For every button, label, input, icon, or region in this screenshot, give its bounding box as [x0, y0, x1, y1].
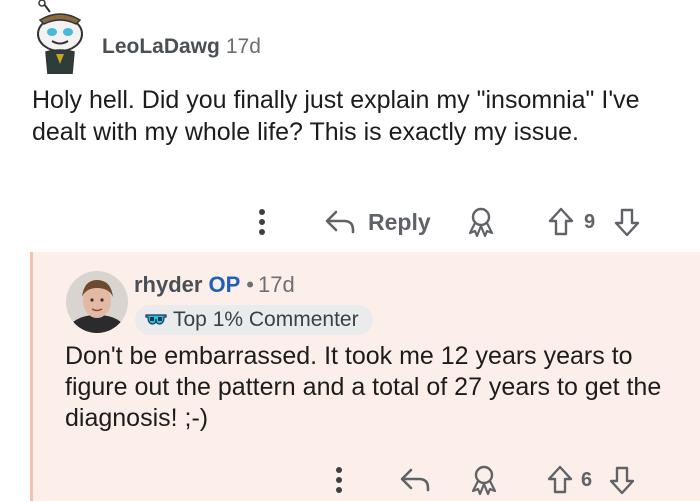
reply-arrow-icon	[400, 468, 430, 492]
avatar[interactable]	[66, 271, 128, 333]
comment-meta: rhyder OP • 17d	[134, 271, 295, 299]
reply-comment: rhyder OP • 17d Top 1% Commenter Don't be e…	[30, 252, 700, 501]
avatar[interactable]	[30, 0, 90, 75]
downvote-button[interactable]	[607, 464, 637, 501]
flair-label: Top 1% Commenter	[173, 308, 359, 331]
downvote-arrow-icon	[614, 208, 640, 237]
reply-button[interactable]	[399, 467, 431, 498]
comment-meta: LeoLaDawg 17d	[102, 34, 261, 60]
more-options-icon	[336, 467, 342, 493]
sunglasses-icon	[145, 314, 167, 325]
reply-label: Reply	[368, 209, 431, 235]
comment-body: Holy hell. Did you finally just explain …	[32, 86, 640, 146]
reply-button[interactable]: Reply	[324, 200, 431, 244]
timestamp: 17d	[225, 35, 261, 58]
award-button[interactable]	[469, 464, 499, 501]
timestamp: 17d	[257, 272, 295, 297]
vote-count: 6	[581, 469, 593, 491]
comment-body: Don't be embarrassed. It took me 12 year…	[65, 342, 662, 432]
upvote-button[interactable]	[546, 206, 576, 243]
parent-comment: LeoLaDawg 17d Holy hell. Did you finally …	[0, 0, 700, 252]
upvote-arrow-icon	[547, 465, 573, 494]
op-badge: OP	[208, 272, 241, 297]
user-flair: Top 1% Commenter	[135, 305, 373, 335]
award-icon	[471, 465, 497, 496]
downvote-arrow-icon	[609, 466, 635, 495]
downvote-button[interactable]	[612, 206, 642, 243]
reply-arrow-icon	[325, 210, 355, 234]
more-options-button[interactable]	[329, 466, 349, 494]
vote-count: 9	[584, 211, 596, 233]
more-options-button[interactable]	[252, 208, 272, 236]
more-options-icon	[259, 209, 265, 235]
meta-separator: •	[246, 272, 254, 297]
award-button[interactable]	[466, 206, 496, 243]
profile-photo-icon	[66, 271, 128, 333]
snoo-avatar-icon	[37, 0, 83, 75]
award-icon	[468, 207, 494, 238]
comment-action-bar: Reply 9	[240, 200, 660, 244]
upvote-arrow-icon	[548, 207, 574, 236]
upvote-button[interactable]	[545, 464, 575, 501]
comment-action-bar: 6	[323, 458, 663, 502]
username[interactable]: LeoLaDawg	[102, 35, 220, 58]
username[interactable]: rhyder	[134, 272, 202, 297]
